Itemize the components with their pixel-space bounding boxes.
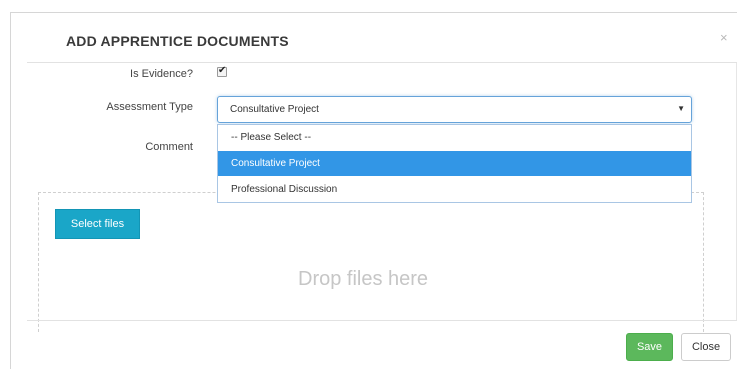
select-files-button[interactable]: Select files [55, 209, 140, 239]
chevron-down-icon: ▼ [677, 104, 685, 113]
evidence-label: Is Evidence? [130, 68, 193, 80]
footer-divider [27, 320, 737, 321]
assessment-type-value: Consultative Project [230, 104, 319, 115]
dropdown-option-consultative-project[interactable]: Consultative Project [218, 151, 691, 176]
dropdown-option-professional-discussion[interactable]: Professional Discussion [218, 177, 691, 202]
assessment-type-select[interactable]: Consultative Project ▼ [217, 96, 692, 123]
check-icon: ✔ [218, 65, 227, 76]
assessment-type-dropdown: -- Please Select -- Consultative Project… [217, 124, 692, 203]
close-button[interactable]: Close [681, 333, 731, 361]
evidence-checkbox[interactable]: ✔ [217, 65, 227, 77]
close-icon[interactable]: × [720, 30, 728, 45]
assessment-type-label: Assessment Type [106, 101, 193, 113]
modal-title: ADD APPRENTICE DOCUMENTS [66, 33, 289, 49]
comment-label: Comment [145, 141, 193, 153]
dropdown-option-please-select[interactable]: -- Please Select -- [218, 125, 691, 150]
save-button[interactable]: Save [626, 333, 673, 361]
drop-files-text: Drop files here [298, 268, 429, 290]
